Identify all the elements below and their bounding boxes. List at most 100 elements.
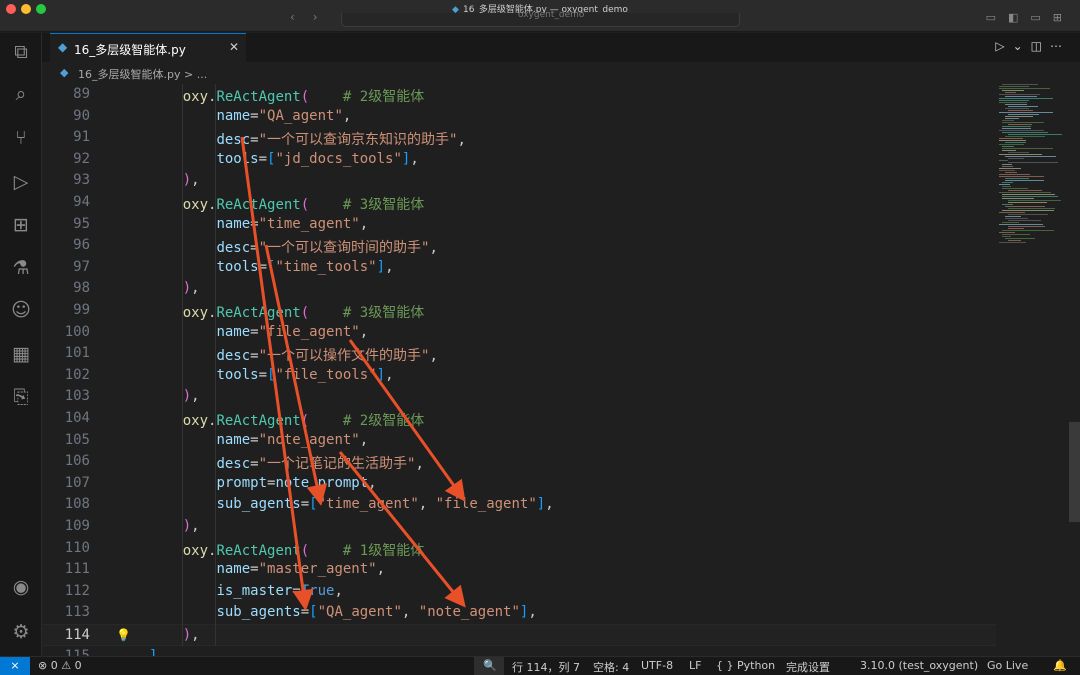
indentation[interactable]: 空格: 4 [593,659,629,675]
minimap-line [1002,150,1016,151]
code-text: sub_agents=["QA_agent", "note_agent"], [216,604,537,621]
code-line[interactable]: 94 oxy.ReActAgent( # 3级智能体 [42,192,996,214]
code-line[interactable]: 109 ), [42,516,996,538]
minimap-line [1002,234,1030,235]
code-text: oxy.ReActAgent( # 3级智能体 [182,197,425,213]
copilot-icon[interactable]: ☺ [0,299,42,321]
title-bar: ◆ 16_多层级智能体.py — oxygent_demo ‹› oxygent_… [0,0,1080,32]
code-text: ), [182,518,200,534]
code-text: tools=["file_tools"], [216,366,394,383]
minimap-line [1005,206,1045,207]
minimap-line [999,102,1027,103]
minimap-line [999,160,1008,161]
code-line[interactable]: 91 desc="一个可以查询京东知识的助手", [42,127,996,149]
code-line[interactable]: 115] [42,646,996,656]
minimap-line [1008,110,1033,111]
editor-actions[interactable]: ▷⌄◫⋯ [995,39,1070,53]
minimap-line [999,86,1029,87]
minimap-line [1002,194,1055,195]
command-center[interactable]: oxygent_demo [341,10,740,27]
code-line[interactable]: 111 name="master_agent", [42,559,996,581]
code-line[interactable]: 112 is_master=True, [42,581,996,603]
encoding[interactable]: UTF-8 [641,659,673,672]
code-line[interactable]: 114 💡 ), [42,624,996,646]
code-line[interactable]: 102 tools=["file_tools"], [42,365,996,387]
minimap-line [1008,158,1024,159]
account-icon[interactable]: ◉ [0,576,42,598]
code-line[interactable]: 96 desc="一个可以查询时间的助手", [42,235,996,257]
code-line[interactable]: 90 name="QA_agent", [42,106,996,128]
line-number: 103 [64,388,90,405]
minimap-line [999,212,1025,213]
code-line[interactable]: 99 oxy.ReActAgent( # 3级智能体 [42,300,996,322]
code-line[interactable]: 95 name="time_agent", [42,214,996,236]
line-number: 114 [64,627,90,643]
lightbulb-icon[interactable]: 💡 [116,628,131,642]
remote-indicator-icon[interactable]: ⨯ [0,657,30,675]
settings-gear-icon[interactable]: ⚙ [0,621,42,643]
minimap-line [1002,196,1058,197]
minimap-line [999,176,1044,177]
code-text: oxy.ReActAgent( # 2级智能体 [182,89,425,105]
package-icon[interactable]: ▦ [0,343,42,365]
line-number: 92 [73,150,90,167]
code-line[interactable]: 110 oxy.ReActAgent( # 1级智能体 [42,538,996,560]
line-number: 109 [64,518,90,534]
code-line[interactable]: 108 sub_agents=["time_agent", "file_agen… [42,494,996,516]
code-line[interactable]: 97 tools=["time_tools"], [42,257,996,279]
vertical-scrollbar[interactable] [1068,84,1080,656]
scrollbar-thumb[interactable] [1069,422,1080,522]
python-interpreter[interactable]: 3.10.0 (test_oxygent) [860,659,978,672]
minimap-line [1008,214,1048,215]
extensions-icon[interactable]: ⊞ [0,214,42,236]
close-tab-icon[interactable]: ✕ [229,40,239,54]
line-number: 104 [64,410,90,426]
code-line[interactable]: 113 sub_agents=["QA_agent", "note_agent"… [42,602,996,624]
minimap-line [1005,108,1029,109]
notifications-bell-icon[interactable]: 🔔 [1053,659,1067,672]
code-editor[interactable]: 89 oxy.ReActAgent( # 2级智能体 90 name="QA_ag… [42,84,996,656]
code-line[interactable]: 92 tools=["jd_docs_tools"], [42,149,996,171]
line-number: 91 [73,129,90,146]
minimap-line [1005,216,1021,217]
testing-icon[interactable]: ⚗ [0,257,42,279]
run-debug-icon[interactable]: ▷ [0,171,42,193]
minimap-line [999,100,1029,101]
breadcrumb[interactable]: ◆ 16_多层级智能体.py > ... [42,62,1080,84]
code-line[interactable]: 101 desc="一个可以操作文件的助手", [42,343,996,365]
setup-status[interactable]: 完成设置 [786,659,830,675]
minimap-line [1002,132,1048,133]
line-number: 101 [64,345,90,362]
code-line[interactable]: 106 desc="一个记笔记的生活助手", [42,451,996,473]
source-control-icon[interactable]: ⑂ [0,127,42,149]
line-number: 94 [73,194,90,210]
end-of-line[interactable]: LF [689,659,701,672]
line-number: 89 [73,86,90,102]
editor-tab[interactable]: ◆ 16_多层级智能体.py ✕ [50,33,246,62]
minimap-line [1002,186,1011,187]
status-bar: ⨯ ⊗ 0 ⚠ 0 🔍 行 114，列 7 空格: 4 UTF-8 LF { }… [0,656,1080,675]
go-live-button[interactable]: Go Live [987,659,1028,672]
line-number: 110 [64,539,90,556]
code-line[interactable]: 89 oxy.ReActAgent( # 2级智能体 [42,84,996,106]
layout-icons[interactable]: ▭◧▭⊞ [986,11,1074,24]
code-line[interactable]: 104 oxy.ReActAgent( # 2级智能体 [42,408,996,430]
cursor-position[interactable]: 行 114，列 7 [512,659,580,675]
code-line[interactable]: 93 ), [42,170,996,192]
zoom-button[interactable]: 🔍 [474,657,504,675]
files-icon[interactable]: ⧉ [0,41,42,63]
minimap-line [1002,90,1024,91]
language-mode[interactable]: { } Python [716,659,775,672]
search-icon[interactable]: ⌕ [0,83,42,105]
code-line[interactable]: 103 ), [42,386,996,408]
code-line[interactable]: 107 prompt=note_prompt, [42,473,996,495]
minimap-line [1008,190,1042,191]
minimap[interactable] [996,84,1066,656]
remote-explorer-icon[interactable]: ⎘ [0,386,42,408]
problems-indicator[interactable]: ⊗ 0 ⚠ 0 [38,659,82,672]
code-line[interactable]: 100 name="file_agent", [42,322,996,344]
nav-arrows[interactable]: ‹› [290,10,336,24]
code-line[interactable]: 98 ), [42,278,996,300]
python-file-icon: ◆ [60,66,69,79]
code-line[interactable]: 105 name="note_agent", [42,430,996,452]
